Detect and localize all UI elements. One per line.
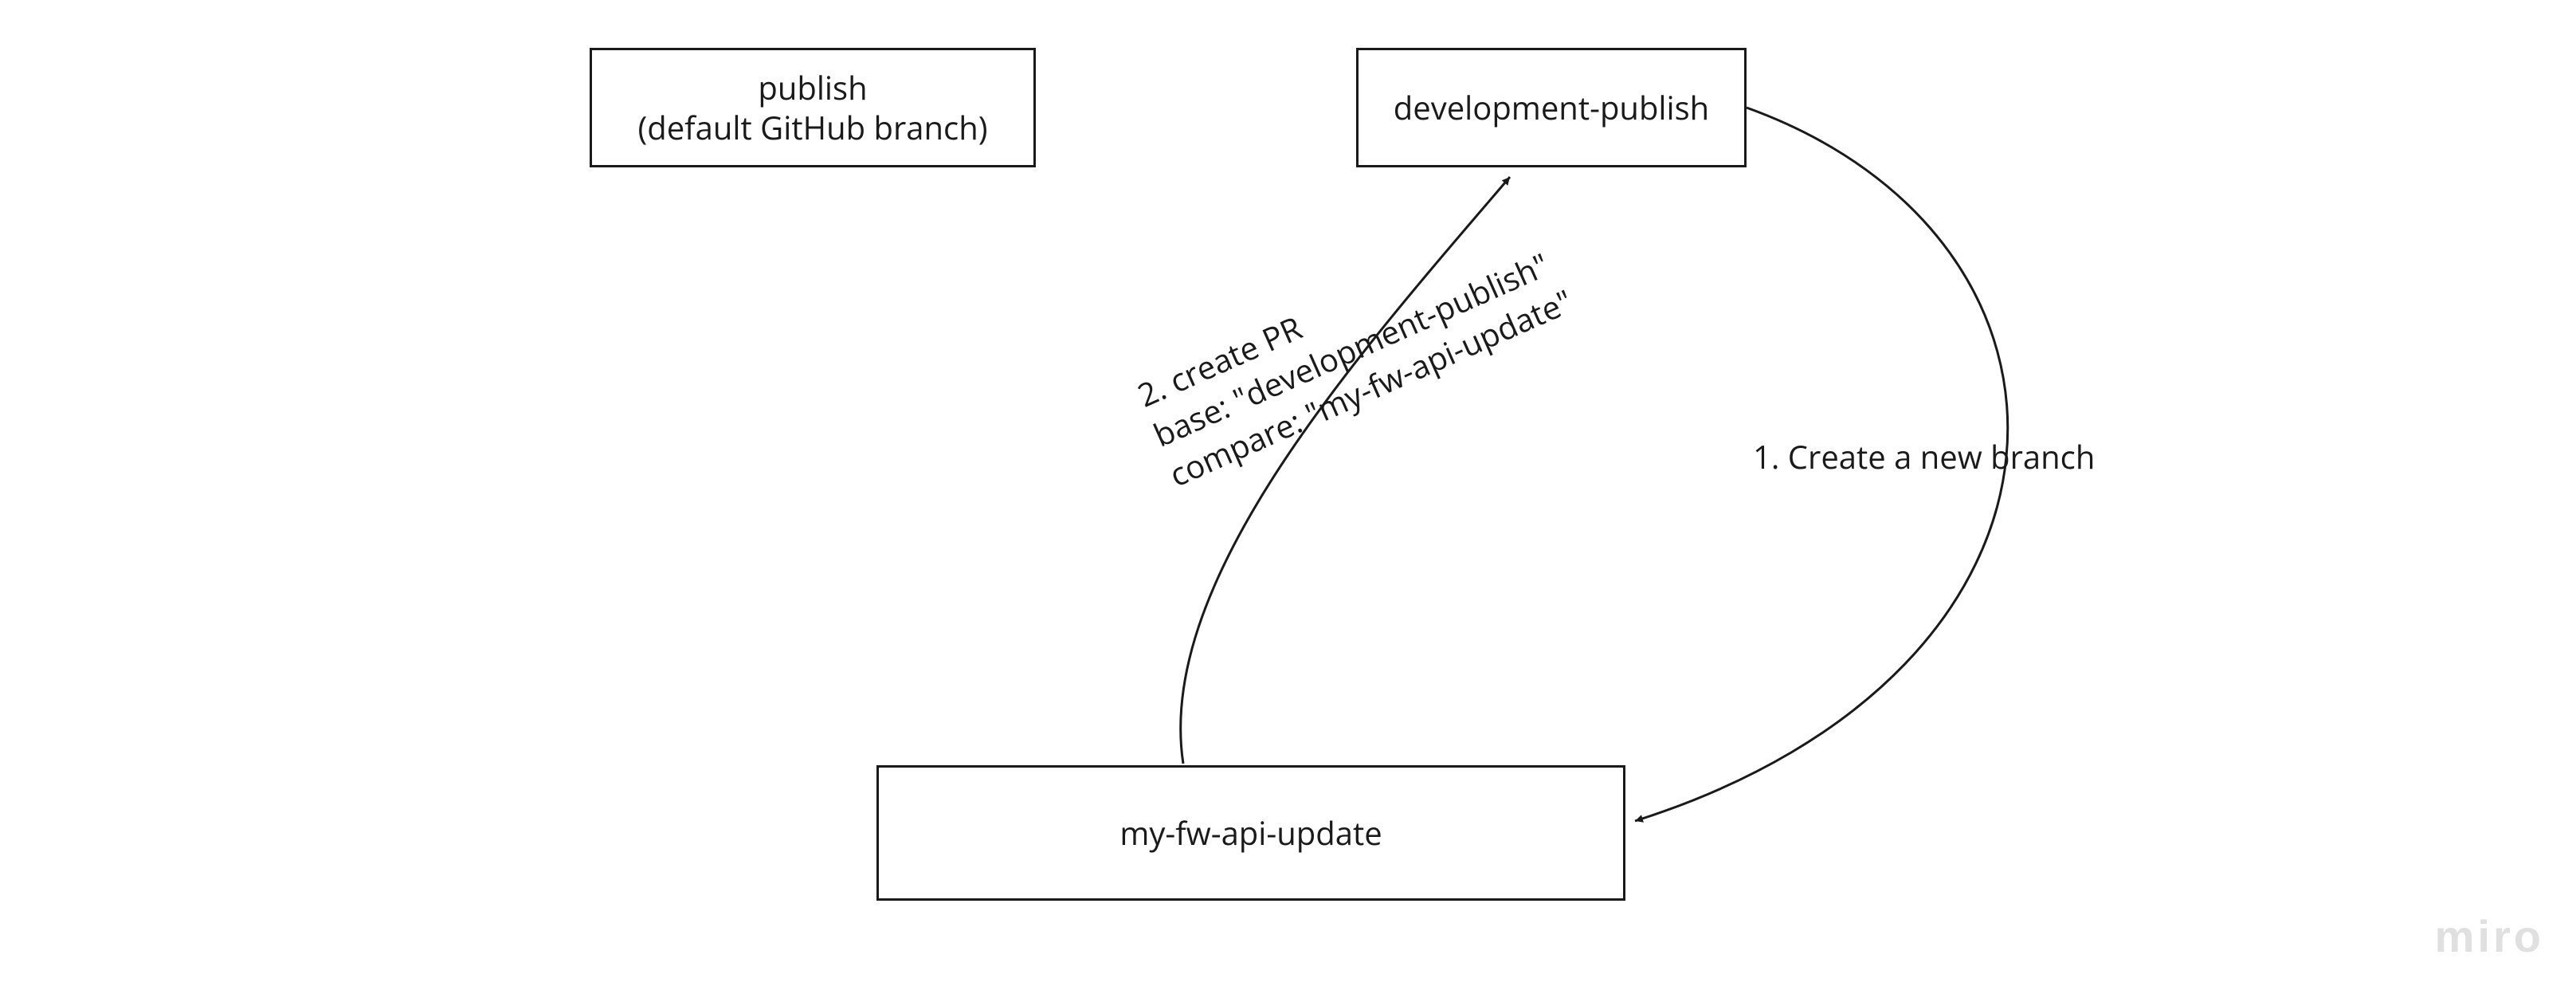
node-publish: publish (default GitHub branch)	[590, 48, 1036, 167]
edge-create-branch-label: 1. Create a new branch	[1753, 437, 2095, 477]
node-development-publish-label: development-publish	[1394, 88, 1709, 128]
miro-watermark: miro	[2435, 910, 2544, 962]
node-publish-subtitle: (default GitHub branch)	[637, 108, 987, 147]
node-publish-title: publish	[758, 68, 867, 108]
node-development-publish: development-publish	[1356, 48, 1747, 167]
node-my-fw-api-update-label: my-fw-api-update	[1119, 813, 1382, 853]
node-my-fw-api-update: my-fw-api-update	[876, 765, 1625, 901]
diagram-canvas: publish (default GitHub branch) developm…	[0, 0, 2576, 986]
